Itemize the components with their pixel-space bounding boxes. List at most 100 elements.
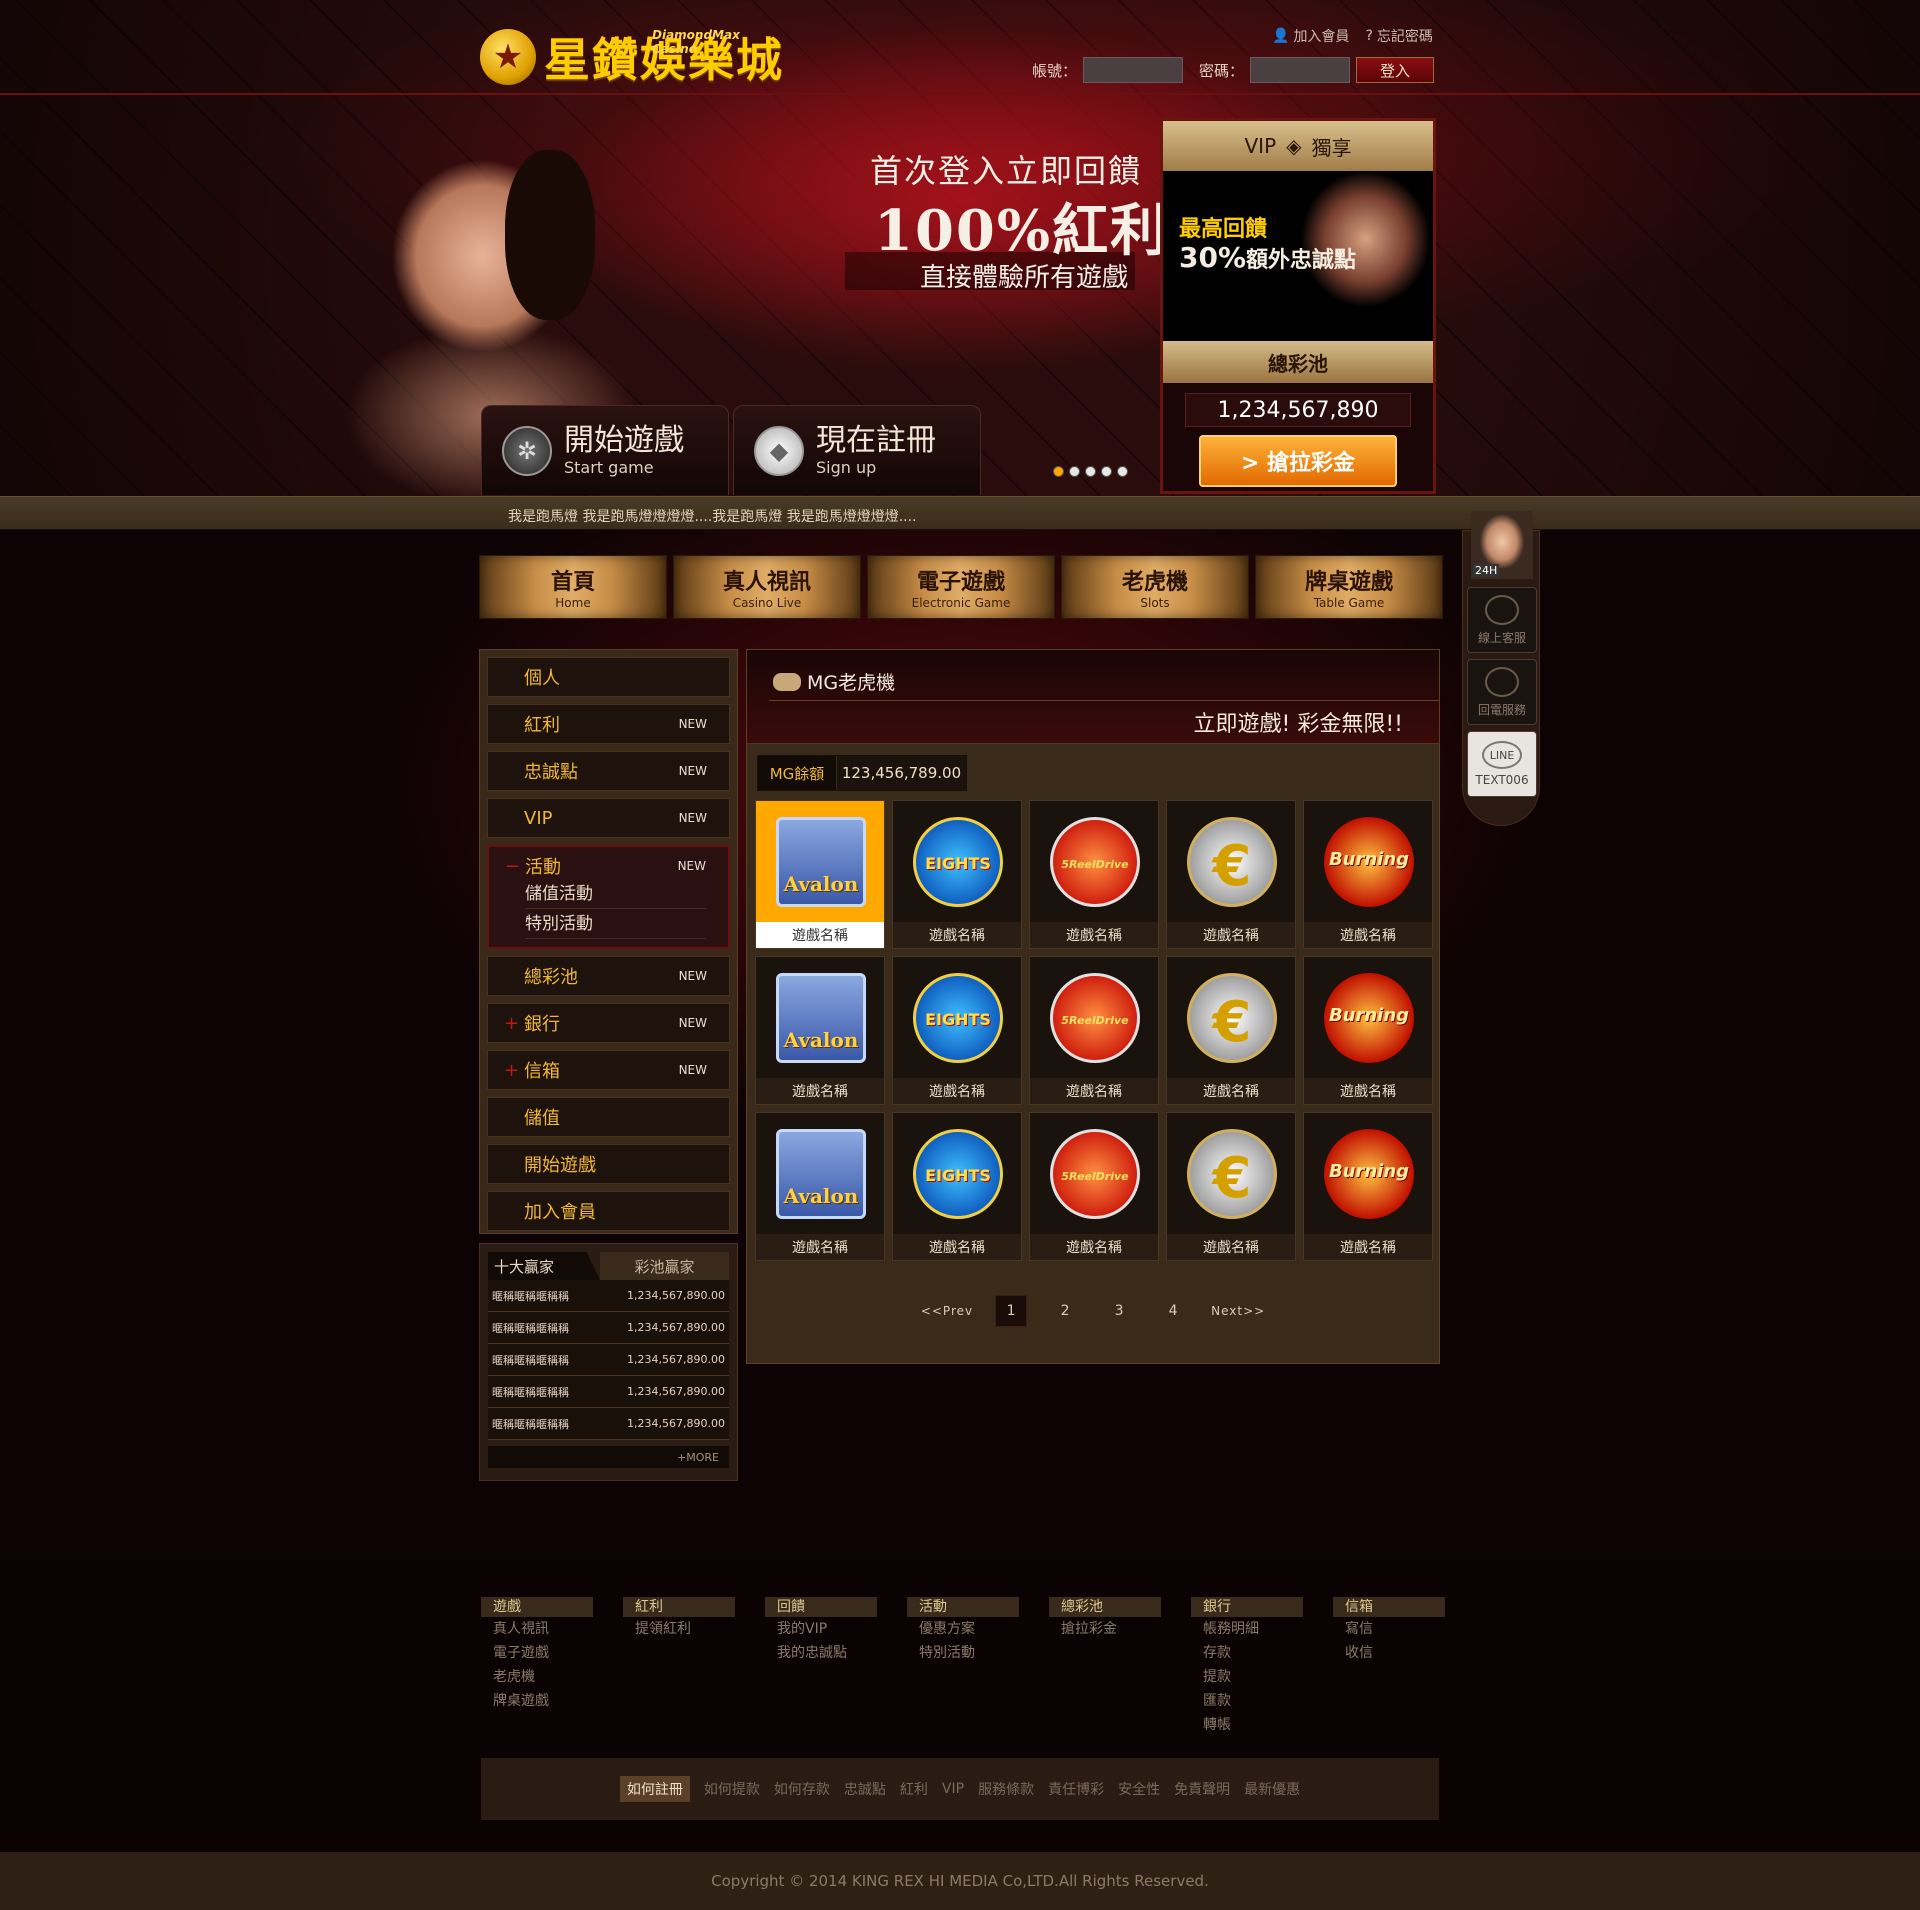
footer-link[interactable]: 老虎機 (481, 1665, 593, 1689)
side-menu-item[interactable]: 加入會員 (487, 1191, 730, 1231)
side-menu-item[interactable]: + 信箱 NEW (487, 1050, 730, 1090)
footer-link[interactable]: 電子遊戲 (481, 1641, 593, 1665)
login-button[interactable]: 登入 (1356, 57, 1435, 83)
game-card[interactable]: 遊戲名稱 (1303, 1112, 1433, 1261)
slider-dot[interactable] (1085, 466, 1096, 477)
footer-link[interactable]: 提款 (1191, 1665, 1303, 1689)
support-avatar[interactable]: 24H (1471, 511, 1533, 579)
side-menu-item[interactable]: 儲值 (487, 1097, 730, 1137)
nav-sub: Table Game (1313, 596, 1385, 610)
footer-link[interactable]: 帳務明細 (1191, 1617, 1303, 1641)
side-menu-item[interactable]: 忠誠點 NEW (487, 751, 730, 791)
footer-column: 總彩池 搶拉彩金 (1049, 1597, 1161, 1737)
side-submenu-item[interactable]: 儲值活動 (525, 879, 706, 909)
callback-button[interactable]: 回電服務 (1467, 659, 1537, 725)
game-card[interactable]: 遊戲名稱 (755, 956, 885, 1105)
footer-bar-link[interactable]: VIP (942, 1781, 964, 1797)
footer-bar-link[interactable]: 安全性 (1118, 1779, 1160, 1799)
footer-bar-link[interactable]: 責任博彩 (1048, 1779, 1104, 1799)
next-page-link[interactable]: Next>> (1211, 1304, 1265, 1318)
side-menu-item[interactable]: 個人 (487, 657, 730, 697)
footer-bar-link[interactable]: 如何註冊 (619, 1776, 690, 1802)
grab-jackpot-button[interactable]: > 搶拉彩金 (1199, 435, 1397, 487)
game-card[interactable]: 遊戲名稱 (1029, 956, 1159, 1105)
game-card[interactable]: 遊戲名稱 (755, 800, 885, 949)
tab-top-winners[interactable]: 十大贏家 (488, 1252, 600, 1280)
nav-slots[interactable]: 老虎機 Slots (1061, 555, 1249, 619)
pagination: <<Prev 1 2 3 4 Next>> (747, 1295, 1439, 1327)
side-submenu-item[interactable]: 特別活動 (525, 909, 706, 939)
game-card[interactable]: 遊戲名稱 (1029, 800, 1159, 949)
footer-link[interactable]: 搶拉彩金 (1049, 1617, 1161, 1641)
footer-bar-link[interactable]: 服務條款 (978, 1779, 1034, 1799)
winner-row: 暱稱暱稱暱稱稱 1,234,567,890.00 (488, 1280, 729, 1312)
side-menu-item[interactable]: VIP NEW (487, 798, 730, 838)
footer-link[interactable]: 我的忠誠點 (765, 1641, 877, 1665)
footer-link[interactable]: 牌桌遊戲 (481, 1689, 593, 1713)
nav-home[interactable]: 首頁 Home (479, 555, 667, 619)
footer-bar-link[interactable]: 紅利 (900, 1779, 928, 1799)
footer-bar-link[interactable]: 忠誠點 (844, 1779, 886, 1799)
footer-link[interactable]: 特別活動 (907, 1641, 1019, 1665)
game-card[interactable]: 遊戲名稱 (1166, 800, 1296, 949)
slider-dot[interactable] (1101, 466, 1112, 477)
nav-electronic-game[interactable]: 電子遊戲 Electronic Game (867, 555, 1055, 619)
page-link[interactable]: 4 (1157, 1295, 1189, 1327)
account-input[interactable] (1083, 57, 1184, 83)
slider-dot[interactable] (1053, 466, 1064, 477)
line-button[interactable]: LINE TEXT006 (1467, 731, 1537, 797)
panel-title-text: MG老虎機 (807, 672, 896, 694)
start-game-button[interactable]: ✲ 開始遊戲 Start game (481, 405, 729, 495)
footer-bar-link[interactable]: 最新優惠 (1244, 1779, 1300, 1799)
side-menu-item[interactable]: 總彩池 NEW (487, 956, 730, 996)
game-card[interactable]: 遊戲名稱 (1166, 956, 1296, 1105)
footer-link[interactable]: 匯款 (1191, 1689, 1303, 1713)
header-rule (769, 700, 1439, 701)
password-input[interactable] (1250, 57, 1351, 83)
nav-casino-live[interactable]: 真人視訊 Casino Live (673, 555, 861, 619)
gamepad-icon (773, 672, 801, 691)
join-member-link[interactable]: 👤 加入會員 (1272, 26, 1349, 46)
game-card[interactable]: 遊戲名稱 (755, 1112, 885, 1261)
sign-up-button[interactable]: ◆ 現在註冊 Sign up (733, 405, 981, 495)
plus-icon: + (504, 1012, 520, 1034)
footer-link[interactable]: 真人視訊 (481, 1617, 593, 1641)
page-link[interactable]: 2 (1049, 1295, 1081, 1327)
site-logo[interactable]: ★ 星鑽娛樂城 DiamondMax Casino (480, 24, 784, 90)
footer-link[interactable]: 提領紅利 (623, 1617, 735, 1641)
game-card[interactable]: 遊戲名稱 (892, 800, 1022, 949)
footer-column: 遊戲 真人視訊 電子遊戲 老虎機 牌桌遊戲 (481, 1597, 593, 1737)
footer-link[interactable]: 我的VIP (765, 1617, 877, 1641)
side-menu-item-activities[interactable]: − 活動 NEW (505, 853, 706, 879)
nav-table-game[interactable]: 牌桌遊戲 Table Game (1255, 555, 1443, 619)
more-link[interactable]: +MORE (488, 1446, 729, 1468)
online-service-button[interactable]: 線上客服 (1467, 587, 1537, 653)
vip-promo-image[interactable]: 最高回饋 30%額外忠誠點 (1163, 171, 1433, 341)
footer-link[interactable]: 優惠方案 (907, 1617, 1019, 1641)
footer-bar-link[interactable]: 免責聲明 (1174, 1779, 1230, 1799)
forgot-password-link[interactable]: ? 忘記密碼 (1365, 26, 1432, 46)
game-card[interactable]: 遊戲名稱 (892, 956, 1022, 1105)
footer-bar-link[interactable]: 如何存款 (774, 1779, 830, 1799)
prev-page-link[interactable]: <<Prev (921, 1304, 973, 1318)
slider-dot[interactable] (1117, 466, 1128, 477)
game-card[interactable]: 遊戲名稱 (1166, 1112, 1296, 1261)
side-menu-item[interactable]: 紅利 NEW (487, 704, 730, 744)
page-link[interactable]: 3 (1103, 1295, 1135, 1327)
side-menu-item[interactable]: + 銀行 NEW (487, 1003, 730, 1043)
tab-jackpot-winners[interactable]: 彩池贏家 (600, 1252, 729, 1280)
game-card[interactable]: 遊戲名稱 (1303, 800, 1433, 949)
footer-link[interactable]: 轉帳 (1191, 1713, 1303, 1737)
slider-dot[interactable] (1069, 466, 1080, 477)
game-name: 遊戲名稱 (1167, 1234, 1295, 1260)
page-link[interactable]: 1 (995, 1295, 1028, 1327)
game-card[interactable]: 遊戲名稱 (1303, 956, 1433, 1105)
game-name: 遊戲名稱 (756, 1078, 884, 1104)
side-menu-item[interactable]: 開始遊戲 (487, 1144, 730, 1184)
footer-bar-link[interactable]: 如何提款 (704, 1779, 760, 1799)
game-card[interactable]: 遊戲名稱 (1029, 1112, 1159, 1261)
footer-link[interactable]: 寫信 (1333, 1617, 1445, 1641)
footer-link[interactable]: 存款 (1191, 1641, 1303, 1665)
game-card[interactable]: 遊戲名稱 (892, 1112, 1022, 1261)
footer-link[interactable]: 收信 (1333, 1641, 1445, 1665)
